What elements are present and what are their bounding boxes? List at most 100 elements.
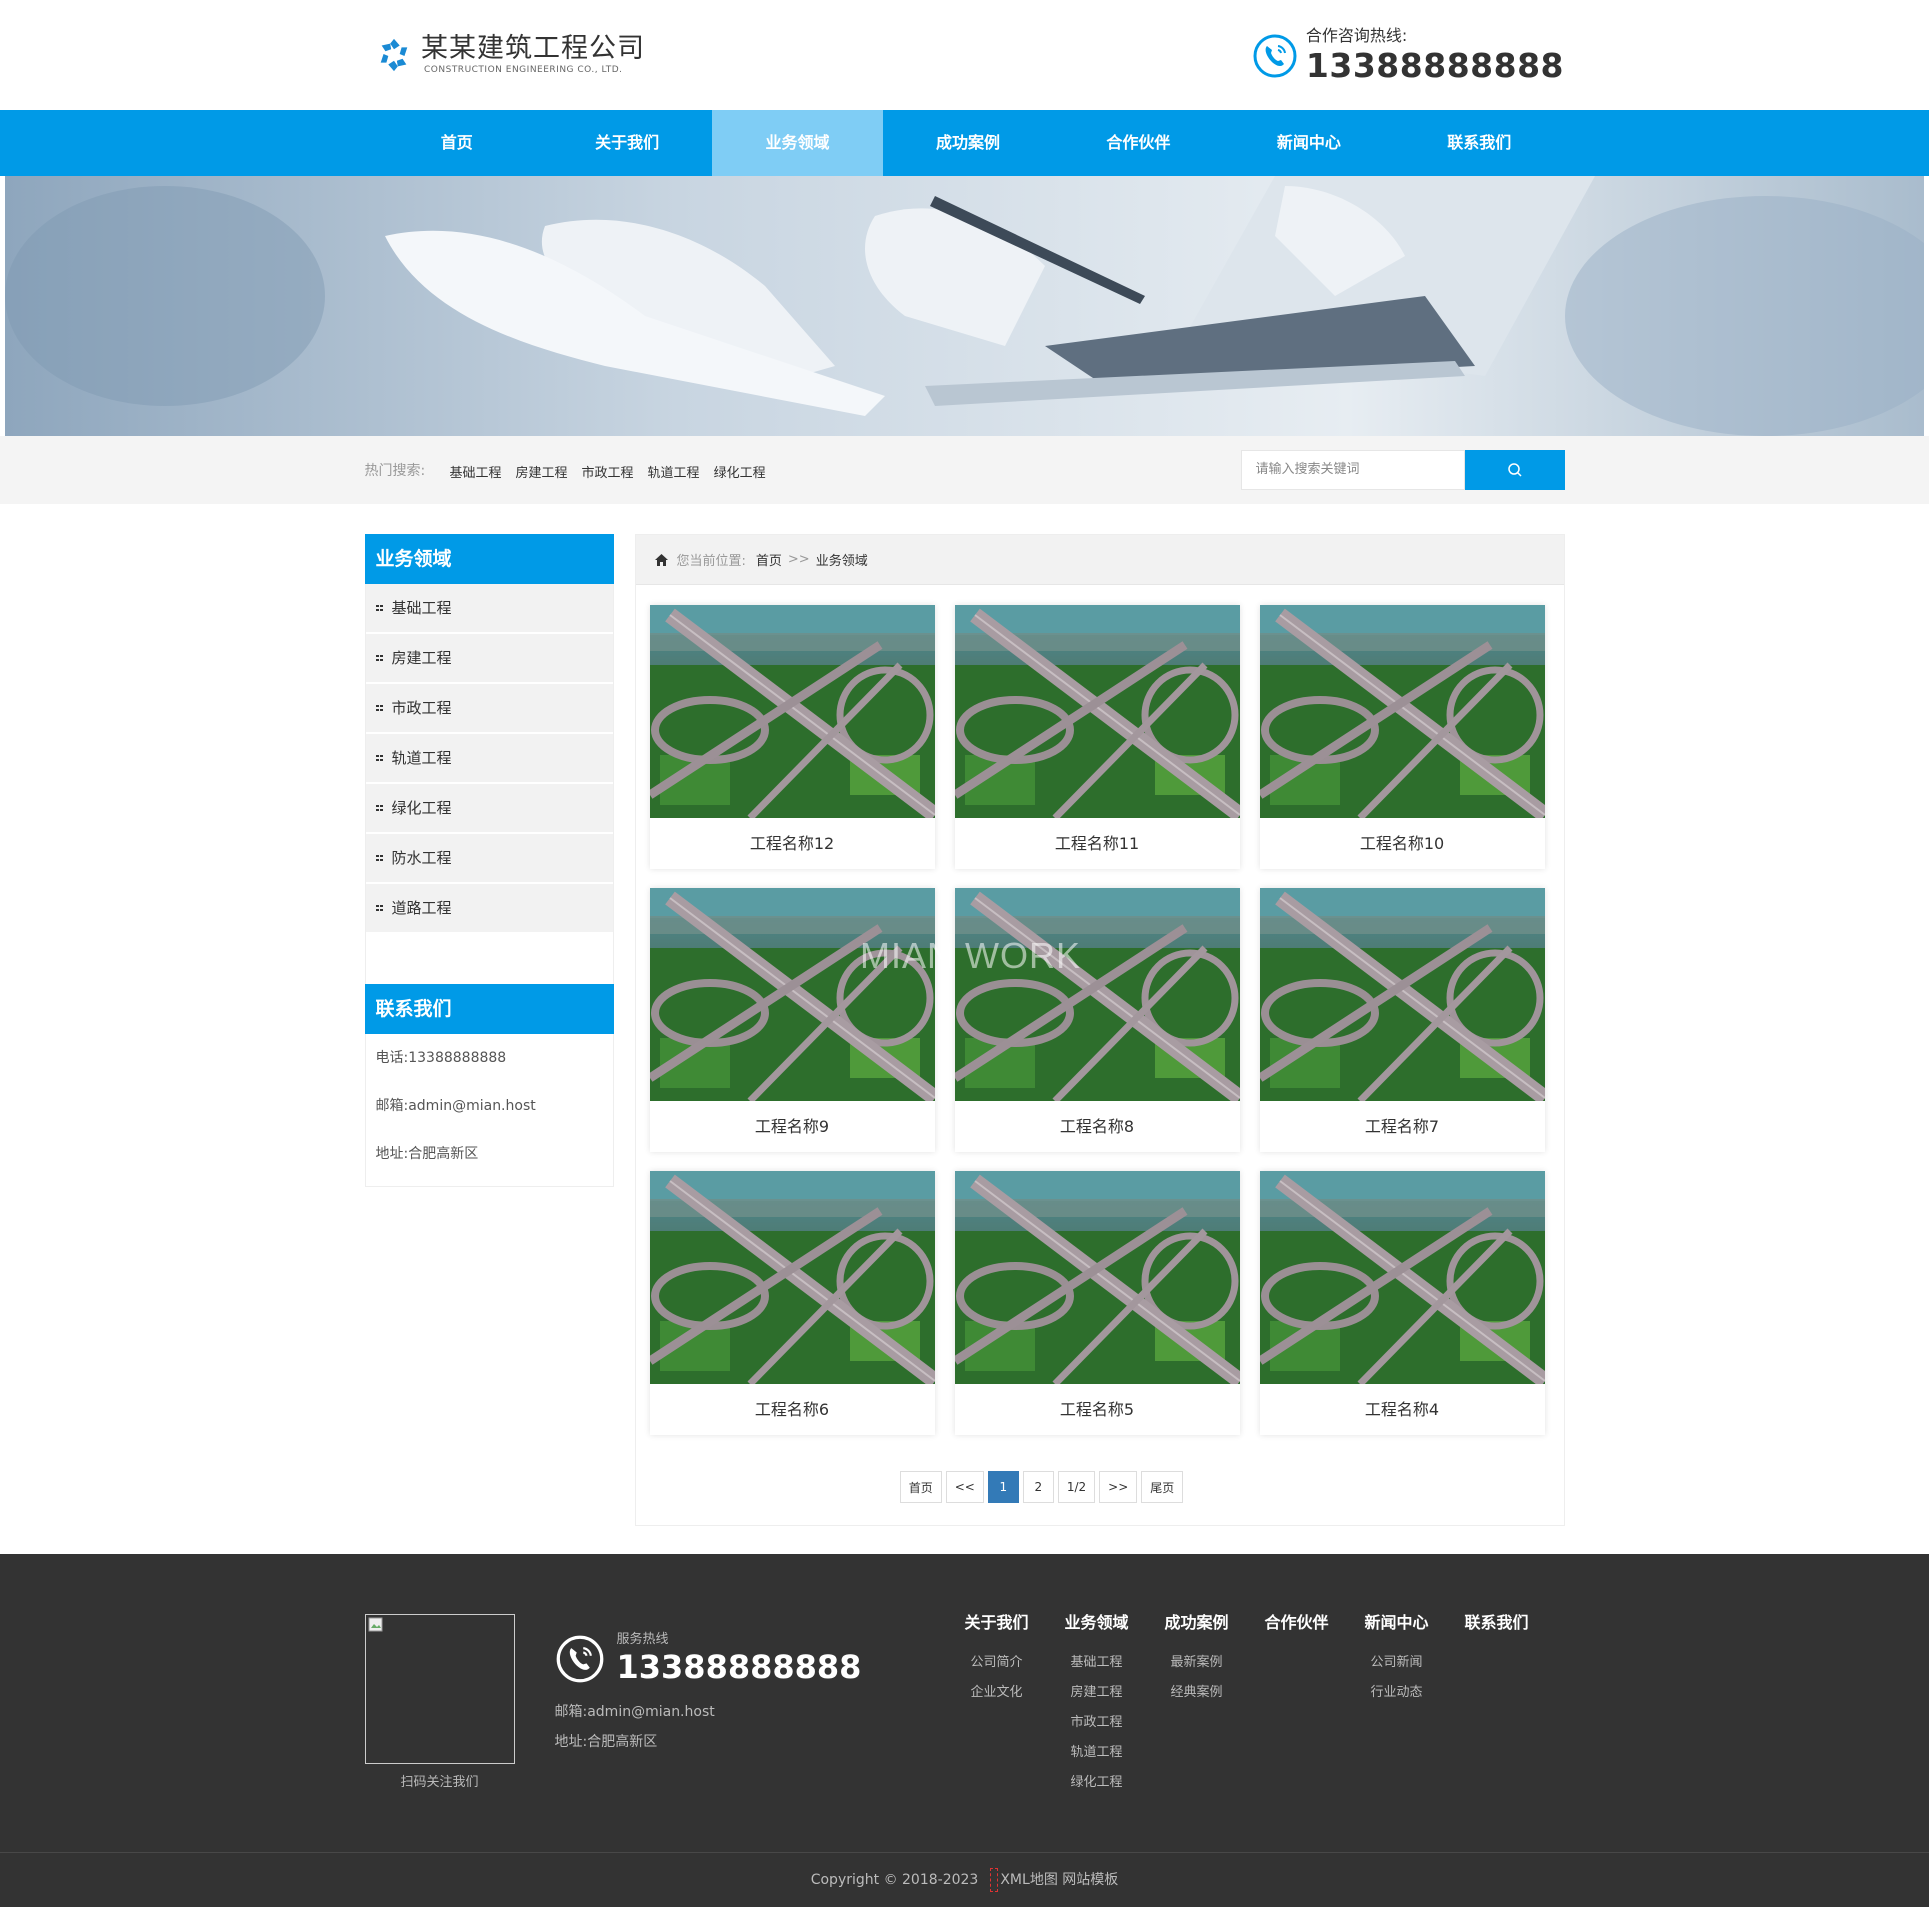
header-hotline: 合作咨询热线: 13388888888	[1252, 26, 1564, 86]
project-title[interactable]: 工程名称7	[1260, 1101, 1545, 1152]
footer-nav-link[interactable]: 基础工程	[1047, 1648, 1147, 1678]
footer-nav-title[interactable]: 新闻中心	[1347, 1614, 1447, 1632]
footer-nav-link[interactable]: 公司简介	[947, 1648, 1047, 1678]
sidebar-item[interactable]: 房建工程	[365, 634, 613, 684]
phone-icon	[1253, 34, 1297, 78]
project-title[interactable]: 工程名称4	[1260, 1384, 1545, 1435]
pager-page-2[interactable]: 2	[1022, 1471, 1054, 1503]
logo-title: 某某建筑工程公司	[421, 33, 645, 64]
footer-nav-link[interactable]: 市政工程	[1047, 1708, 1147, 1738]
project-image[interactable]	[954, 1171, 1240, 1384]
sidebar-item[interactable]: 绿化工程	[365, 784, 613, 834]
interchange-photo	[649, 605, 935, 818]
project-image[interactable]	[1259, 888, 1545, 1101]
footer-nav-link[interactable]: 公司新闻	[1347, 1648, 1447, 1678]
sidebar-item[interactable]: 轨道工程	[365, 734, 613, 784]
project-card[interactable]: 工程名称6	[649, 1171, 935, 1435]
project-image[interactable]	[1259, 1171, 1545, 1384]
pager-page-1[interactable]: 1	[987, 1471, 1019, 1503]
footer-nav-column: 业务领域基础工程 房建工程 市政工程 轨道工程 绿化工程	[1047, 1614, 1147, 1798]
site-logo[interactable]: 某某建筑工程公司 CONSTRUCTION ENGINEERING CO., L…	[375, 33, 645, 76]
footer-link-sitemap[interactable]: XML地图	[1000, 1872, 1057, 1888]
footer-nav-link[interactable]: 轨道工程	[1047, 1738, 1147, 1768]
site-footer: 扫码关注我们 服务热线 13388888888 邮箱:admin@mian.ho…	[0, 1554, 1929, 1907]
sidebar-item[interactable]: 基础工程	[365, 584, 613, 634]
nav-item-3[interactable]: 业务领域	[712, 110, 883, 176]
project-title[interactable]: 工程名称5	[955, 1384, 1240, 1435]
pager-prev[interactable]: <<	[945, 1471, 984, 1503]
hot-search-link[interactable]: 房建工程	[516, 462, 568, 481]
hot-search-label: 热门搜索:	[364, 463, 426, 479]
project-card[interactable]: 工程名称10	[1259, 605, 1545, 869]
pager-last[interactable]: 尾页	[1141, 1471, 1184, 1503]
footer-nav-link[interactable]: 企业文化	[947, 1678, 1047, 1708]
footer-nav-link[interactable]: 经典案例	[1147, 1678, 1247, 1708]
footer-nav-title[interactable]: 联系我们	[1447, 1614, 1547, 1632]
footer-link-template[interactable]: 网站模板	[1062, 1872, 1118, 1888]
nav-item-4[interactable]: 成功案例	[883, 110, 1053, 176]
project-title[interactable]: 工程名称12	[650, 818, 935, 869]
project-card[interactable]: 工程名称7	[1259, 888, 1545, 1152]
project-image[interactable]	[1259, 605, 1545, 818]
home-icon	[654, 553, 668, 566]
hot-search-link[interactable]: 市政工程	[582, 462, 634, 481]
footer-nav-title[interactable]: 关于我们	[947, 1614, 1047, 1632]
hot-search-link[interactable]: 基础工程	[450, 462, 502, 481]
project-image[interactable]	[649, 1171, 935, 1384]
pager-first[interactable]: 首页	[899, 1471, 942, 1503]
sidebar-item[interactable]: 道路工程	[365, 884, 613, 934]
nav-item-2[interactable]: 关于我们	[542, 110, 712, 176]
interchange-photo	[954, 1171, 1240, 1384]
footer-nav-title[interactable]: 业务领域	[1047, 1614, 1147, 1632]
hotline-label: 合作咨询热线:	[1305, 26, 1408, 45]
nav-item-1[interactable]: 首页	[372, 110, 542, 176]
sidebar-item[interactable]: 市政工程	[365, 684, 613, 734]
project-image[interactable]	[954, 605, 1240, 818]
dots-icon	[375, 805, 383, 811]
broken-image-icon	[368, 1617, 382, 1632]
project-title[interactable]: 工程名称6	[650, 1384, 935, 1435]
dots-icon	[375, 905, 383, 911]
search-button[interactable]	[1464, 450, 1565, 490]
pagination: 首页 << 1 2 1/2 >> 尾页	[636, 1471, 1564, 1503]
content-area: 业务领域 基础工程 房建工程 市政工程 轨道工程 绿化工程 防水工程 道路工程 联系我们 电…	[364, 534, 1565, 1526]
project-image[interactable]	[649, 888, 935, 1101]
breadcrumb-current[interactable]: 业务领域	[816, 550, 868, 569]
project-image[interactable]	[954, 888, 1240, 1101]
project-title[interactable]: 工程名称10	[1260, 818, 1545, 869]
site-header: 某某建筑工程公司 CONSTRUCTION ENGINEERING CO., L…	[0, 0, 1929, 110]
project-card[interactable]: 工程名称5	[954, 1171, 1240, 1435]
footer-nav-link[interactable]: 最新案例	[1147, 1648, 1247, 1678]
project-title[interactable]: 工程名称9	[650, 1101, 935, 1152]
project-card[interactable]: 工程名称12	[649, 605, 935, 869]
footer-nav-link[interactable]: 绿化工程	[1047, 1768, 1147, 1798]
nav-item-6[interactable]: 新闻中心	[1224, 110, 1394, 176]
hot-search-link[interactable]: 轨道工程	[648, 462, 700, 481]
footer-nav-link[interactable]: 房建工程	[1047, 1678, 1147, 1708]
banner-image	[5, 176, 1924, 436]
project-image[interactable]	[649, 605, 935, 818]
sidebar-item[interactable]: 防水工程	[365, 834, 613, 884]
main-nav: 首页 关于我们 业务领域 成功案例 合作伙伴 新闻中心 联系我们	[0, 110, 1929, 176]
breadcrumb-home-link[interactable]: 首页	[756, 550, 782, 569]
footer-nav-link[interactable]: 行业动态	[1347, 1678, 1447, 1708]
sidebar-item-label: 房建工程	[391, 649, 452, 667]
hot-search-link[interactable]: 绿化工程	[714, 462, 766, 481]
nav-item-5[interactable]: 合作伙伴	[1053, 110, 1223, 176]
project-card[interactable]: 工程名称11	[954, 605, 1240, 869]
project-title[interactable]: 工程名称11	[955, 818, 1240, 869]
dots-icon	[375, 605, 383, 611]
interchange-photo	[1259, 1171, 1545, 1384]
project-card[interactable]: 工程名称4	[1259, 1171, 1545, 1435]
pager-next[interactable]: >>	[1099, 1471, 1138, 1503]
footer-nav-title[interactable]: 合作伙伴	[1247, 1614, 1347, 1632]
footer-hotline-number: 13388888888	[616, 1648, 862, 1686]
sidebar-item-label: 市政工程	[391, 699, 452, 717]
project-title[interactable]: 工程名称8	[955, 1101, 1240, 1152]
project-card[interactable]: 工程名称8	[954, 888, 1240, 1152]
search-input[interactable]: 请输入搜索关键词	[1240, 450, 1465, 490]
project-card[interactable]: 工程名称9	[649, 888, 935, 1152]
nav-item-7[interactable]: 联系我们	[1394, 110, 1564, 176]
footer-nav-title[interactable]: 成功案例	[1147, 1614, 1247, 1632]
sidebar-email: 邮箱:admin@mian.host	[375, 1098, 536, 1114]
